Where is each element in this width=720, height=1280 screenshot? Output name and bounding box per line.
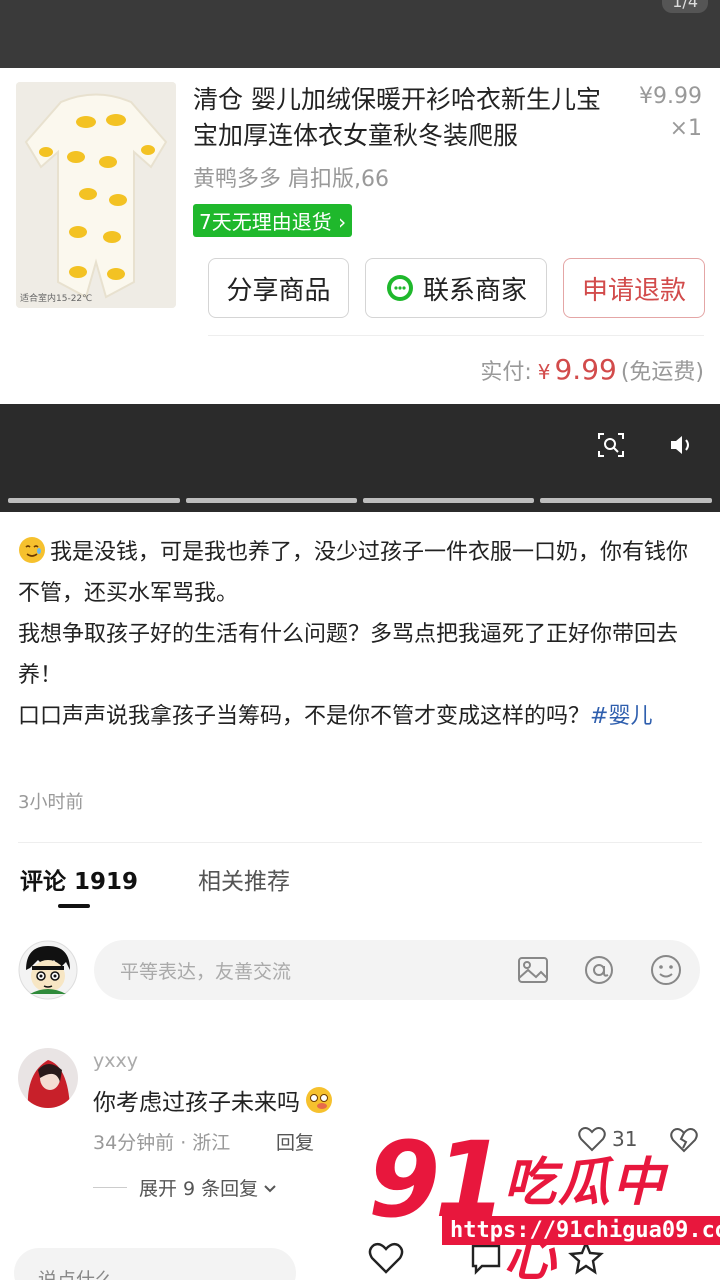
post-body: 我是没钱，可是我也养了，没少过孩子一件衣服一口奶，你有钱你不管，还买水军骂我。 … [18, 532, 702, 737]
teary-smile-emoji-icon [19, 537, 45, 563]
comment-text: 你考虑过孩子未来吗 [93, 1083, 334, 1117]
expand-replies-button[interactable]: 展开 9 条回复 [93, 1174, 278, 1201]
product-spec: 黄鸭多多 肩扣版,66 [193, 167, 389, 192]
divider [208, 335, 704, 336]
comment-input[interactable]: 平等表达，友善交流 [94, 940, 700, 1000]
amount-paid: 实付: ¥ 9.99 (免运费) [480, 353, 704, 386]
chevron-down-icon [264, 1184, 276, 1192]
thumbnail-caption: 适合室内15-22℃ [20, 294, 93, 304]
story-progress-segment [540, 498, 712, 503]
comment-text-content: 你考虑过孩子未来吗 [93, 1090, 300, 1116]
post-line: 口口声声说我拿孩子当筹码，不是你不管才变成这样的吗？ [18, 704, 591, 729]
expand-replies-label: 展开 9 条回复 [139, 1178, 259, 1200]
tab-comments[interactable]: 评论 1919 [20, 862, 138, 896]
request-refund-label: 申请退款 [581, 275, 686, 306]
post-line: 我想争取孩子好的生活有什么问题？多骂点把我逼死了正好你带回去养！ [18, 622, 679, 688]
image-icon[interactable] [516, 953, 550, 987]
bottom-comment-input[interactable]: 说点什么... [14, 1248, 296, 1280]
return-policy-badge[interactable]: 7天无理由退货 › [193, 204, 353, 237]
reply-button[interactable]: 回复 [276, 1128, 314, 1155]
quantity: ×1 [669, 116, 702, 141]
paid-shipping: (免运费) [620, 360, 704, 385]
comment-meta: 34分钟前 · 浙江 [93, 1132, 231, 1154]
tab-related[interactable]: 相关推荐 [198, 862, 290, 896]
request-refund-button[interactable]: 申请退款 [563, 258, 705, 318]
product-title[interactable]: 清仓 婴儿加绒保暖开衫哈衣新生儿宝宝加厚连体衣女童秋冬装爬服 [193, 82, 623, 154]
hashtag-link[interactable]: #婴儿 [590, 704, 652, 729]
watermark-url: https://91chigua09.com [442, 1216, 720, 1245]
mention-icon[interactable] [582, 953, 616, 987]
scan-search-icon[interactable] [596, 430, 626, 460]
contact-seller-button[interactable]: 联系商家 [365, 258, 547, 318]
site-watermark: 91 吃瓜中心 https://91chigua09.com [368, 1128, 720, 1280]
dizzy-face-emoji-icon [306, 1087, 332, 1113]
bottom-input-placeholder: 说点什么... [38, 1269, 133, 1280]
order-card: 适合室内15-22℃ 清仓 婴儿加绒保暖开衫哈衣新生儿宝宝加厚连体衣女童秋冬装爬… [0, 68, 720, 404]
top-media-strip: 1/4 [0, 0, 720, 68]
share-product-button[interactable]: 分享商品 [208, 258, 349, 318]
unit-price: ¥9.99 [639, 84, 702, 109]
story-progress-segment [8, 498, 180, 503]
active-tab-indicator [58, 904, 90, 908]
volume-icon[interactable] [666, 430, 696, 460]
commenter-avatar[interactable] [18, 1048, 78, 1108]
paid-label: 实付: [480, 360, 532, 385]
page-indicator: 1/4 [662, 0, 708, 13]
emoji-icon[interactable] [649, 953, 683, 987]
post-timestamp: 3小时前 [18, 792, 84, 813]
divider [18, 842, 702, 843]
paid-currency: ¥ [537, 360, 551, 384]
story-progress-segment [186, 498, 357, 503]
commenter-name[interactable]: yxxy [93, 1050, 138, 1072]
expand-dash [93, 1187, 127, 1188]
share-product-label: 分享商品 [226, 275, 331, 306]
commenter-avatar-image [18, 1048, 78, 1108]
story-progress-segment [363, 498, 534, 503]
paid-amount: 9.99 [554, 353, 617, 386]
post-line: 我是没钱，可是我也养了，没少过孩子一件衣服一口奶，你有钱你不管，还买水军骂我。 [18, 540, 689, 606]
product-thumbnail[interactable]: 适合室内15-22℃ [16, 82, 176, 308]
chat-bubble-icon [386, 275, 413, 301]
contact-seller-label: 联系商家 [422, 275, 527, 306]
my-avatar[interactable] [18, 940, 78, 1000]
watermark-name: 吃瓜中心 [504, 1153, 667, 1280]
baby-romper-image [16, 82, 176, 308]
comment-input-placeholder: 平等表达，友善交流 [120, 961, 292, 983]
video-control-strip [0, 404, 720, 512]
